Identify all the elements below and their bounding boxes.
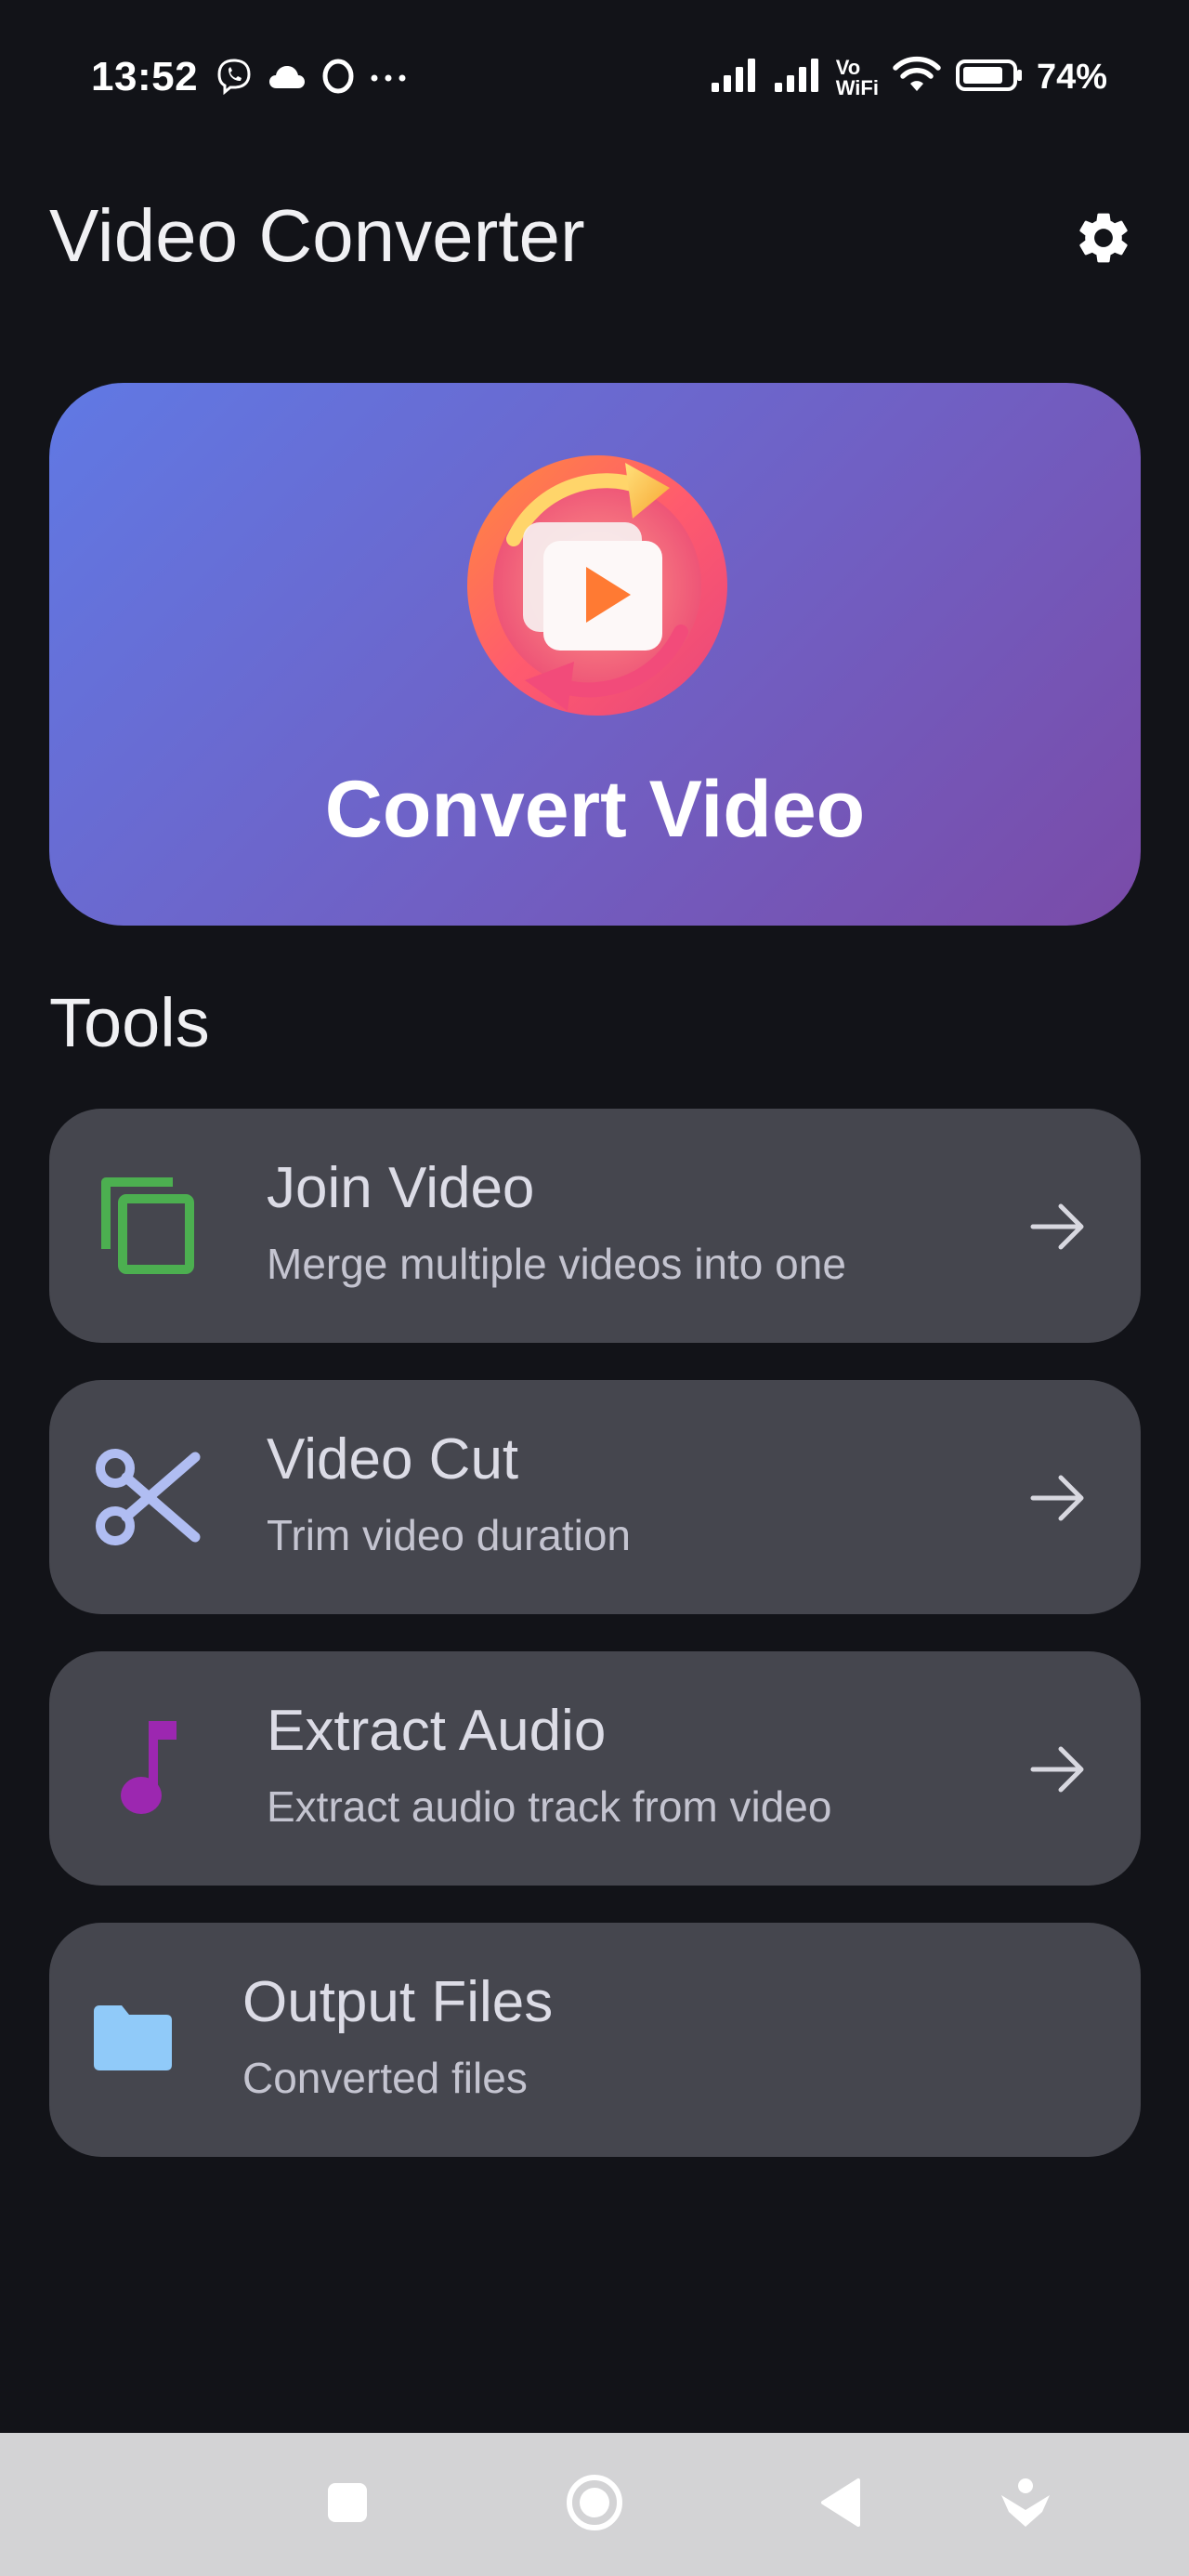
more-dots-icon [370, 71, 407, 87]
home-circle-icon [565, 2473, 624, 2537]
back-button[interactable] [803, 2465, 881, 2543]
gear-icon [1073, 207, 1134, 273]
accessibility-icon [998, 2475, 1053, 2535]
system-nav-bar [0, 2433, 1189, 2576]
tool-card-video-cut[interactable]: Video Cut Trim video duration [49, 1380, 1141, 1614]
signal-icon [773, 57, 823, 99]
page-title: Video Converter [49, 194, 585, 277]
signal-icon [710, 57, 760, 99]
battery-icon [955, 57, 1024, 99]
vowifi-label-bottom: WiFi [835, 75, 879, 99]
settings-button[interactable] [1066, 203, 1141, 277]
status-time: 13:52 [91, 54, 199, 99]
tool-title: Extract Audio [267, 1699, 607, 1763]
vowifi-icon: Vo WiFi [835, 55, 879, 99]
tool-subtitle: Merge multiple videos into one [267, 1240, 846, 1288]
arrow-right-icon [1026, 1465, 1091, 1531]
opera-icon [321, 59, 355, 99]
recents-button[interactable] [308, 2465, 386, 2543]
status-right-icons: Vo WiFi 74% [710, 56, 1107, 99]
arrow-right-icon [1026, 1737, 1091, 1802]
folder-icon [88, 1978, 177, 2099]
wifi-icon [892, 56, 942, 99]
tool-subtitle: Trim video duration [267, 1511, 632, 1559]
music-note-icon [88, 1707, 209, 1828]
tools-section-title: Tools [49, 984, 210, 1061]
tool-subtitle: Converted files [242, 2054, 528, 2102]
tool-title: Join Video [267, 1156, 535, 1220]
convert-video-card[interactable]: Convert Video [49, 383, 1141, 926]
status-left-icons [216, 58, 407, 99]
arrow-right-icon [1026, 1194, 1091, 1259]
accessibility-button[interactable] [986, 2465, 1065, 2543]
tool-subtitle: Extract audio track from video [267, 1782, 832, 1831]
vowifi-label-top: Vo [835, 55, 861, 79]
tool-card-output-files[interactable]: Output Files Converted files [49, 1923, 1141, 2157]
convert-video-icon [458, 446, 737, 725]
tool-title: Video Cut [267, 1427, 519, 1492]
tool-title: Output Files [242, 1970, 554, 2034]
recents-square-icon [325, 2480, 370, 2530]
home-button[interactable] [555, 2465, 634, 2543]
status-bar: 13:52 Vo WiFi 74% [0, 0, 1189, 158]
viber-icon [216, 58, 253, 99]
battery-percentage: 74% [1036, 58, 1107, 97]
copy-icon [88, 1164, 209, 1285]
back-triangle-icon [817, 2477, 866, 2533]
scissors-icon [88, 1436, 209, 1557]
convert-video-label: Convert Video [324, 765, 866, 854]
tool-card-join-video[interactable]: Join Video Merge multiple videos into on… [49, 1109, 1141, 1343]
tool-card-extract-audio[interactable]: Extract Audio Extract audio track from v… [49, 1651, 1141, 1886]
cloud-icon [268, 62, 307, 95]
